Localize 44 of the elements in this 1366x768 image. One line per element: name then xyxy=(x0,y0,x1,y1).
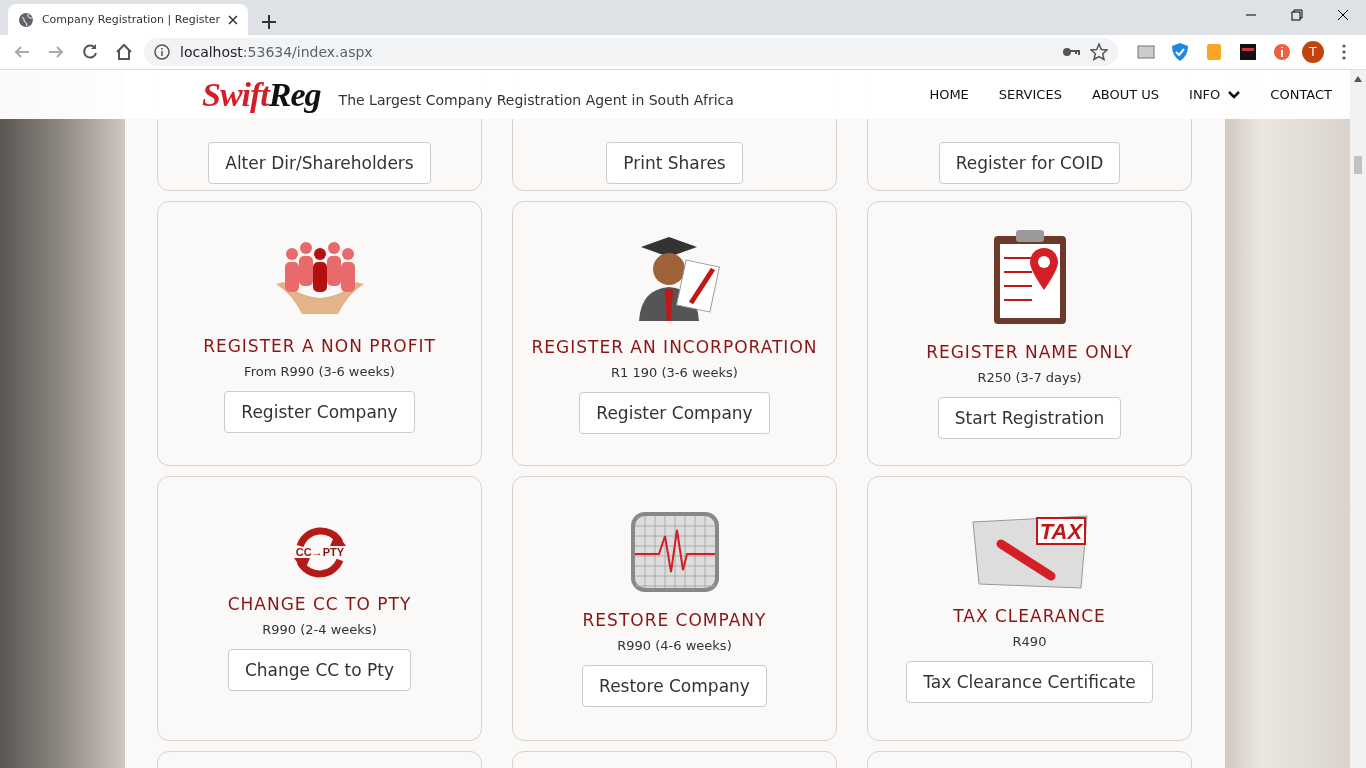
service-title: CHANGE CC TO PTY xyxy=(227,594,412,614)
service-button[interactable]: Alter Dir/Shareholders xyxy=(208,142,431,184)
close-icon[interactable] xyxy=(228,14,238,25)
service-price: From R990 (3-6 weeks) xyxy=(244,364,395,379)
chevron-down-icon xyxy=(1228,90,1241,99)
scrollbar[interactable] xyxy=(1350,70,1366,768)
heart-monitor-icon xyxy=(628,510,721,594)
browser-tab[interactable]: Company Registration | Register xyxy=(8,4,248,35)
service-button[interactable]: Register Company xyxy=(224,391,415,433)
nav-link[interactable]: ABOUT US xyxy=(1091,87,1160,102)
new-tab-icon[interactable] xyxy=(262,15,276,29)
tab-title: Company Registration | Register xyxy=(41,13,221,26)
nav-link[interactable]: INFO xyxy=(1189,87,1241,102)
service-button[interactable]: Print Shares xyxy=(606,142,743,184)
service-button[interactable]: Register Company xyxy=(579,392,770,434)
nav-link[interactable]: SERVICES xyxy=(998,87,1062,102)
nav-link[interactable]: CONTACT xyxy=(1270,87,1332,102)
service-button[interactable]: Start Registration xyxy=(937,397,1122,439)
service-button[interactable]: Restore Company xyxy=(582,665,767,707)
nav-link[interactable]: HOME xyxy=(929,87,969,102)
service-title: RESTORE COMPANY xyxy=(582,610,767,630)
service-price: R990 (4-6 weeks) xyxy=(617,638,732,653)
service-title: REGISTER A NON PROFIT xyxy=(203,336,436,356)
service-price: R1 190 (3-6 weeks) xyxy=(611,365,738,380)
scroll-up-icon[interactable] xyxy=(1354,76,1362,82)
service-price: R490 xyxy=(1012,634,1047,649)
service-button[interactable]: Change CC to Pty xyxy=(227,649,412,691)
service-title: REGISTER NAME ONLY xyxy=(926,342,1133,362)
service-button[interactable]: Tax Clearance Certificate xyxy=(906,661,1153,703)
service-button[interactable]: Register for COID xyxy=(938,142,1121,184)
address-bar[interactable]: localhost:53634/index.aspx xyxy=(144,38,1118,66)
tax-form-with-pen-icon: TAX xyxy=(970,514,1089,590)
profile-avatar[interactable]: T xyxy=(1302,41,1324,63)
star-icon[interactable] xyxy=(1090,43,1108,61)
service-price: R990 (2-4 weeks) xyxy=(262,622,377,637)
site-logo[interactable]: SwiftReg xyxy=(202,75,321,114)
service-title: REGISTER AN INCORPORATION xyxy=(531,337,818,357)
tagline: The Largest Company Registration Agent in South Africa xyxy=(338,91,734,108)
service-title: TAX CLEARANCE xyxy=(953,606,1106,626)
service-price: R250 (3-7 days) xyxy=(977,370,1082,385)
scroll-thumb[interactable] xyxy=(1354,156,1362,174)
info-icon xyxy=(154,44,170,60)
url-text: localhost:53634/index.aspx xyxy=(180,44,374,60)
key-icon[interactable] xyxy=(1062,46,1080,58)
